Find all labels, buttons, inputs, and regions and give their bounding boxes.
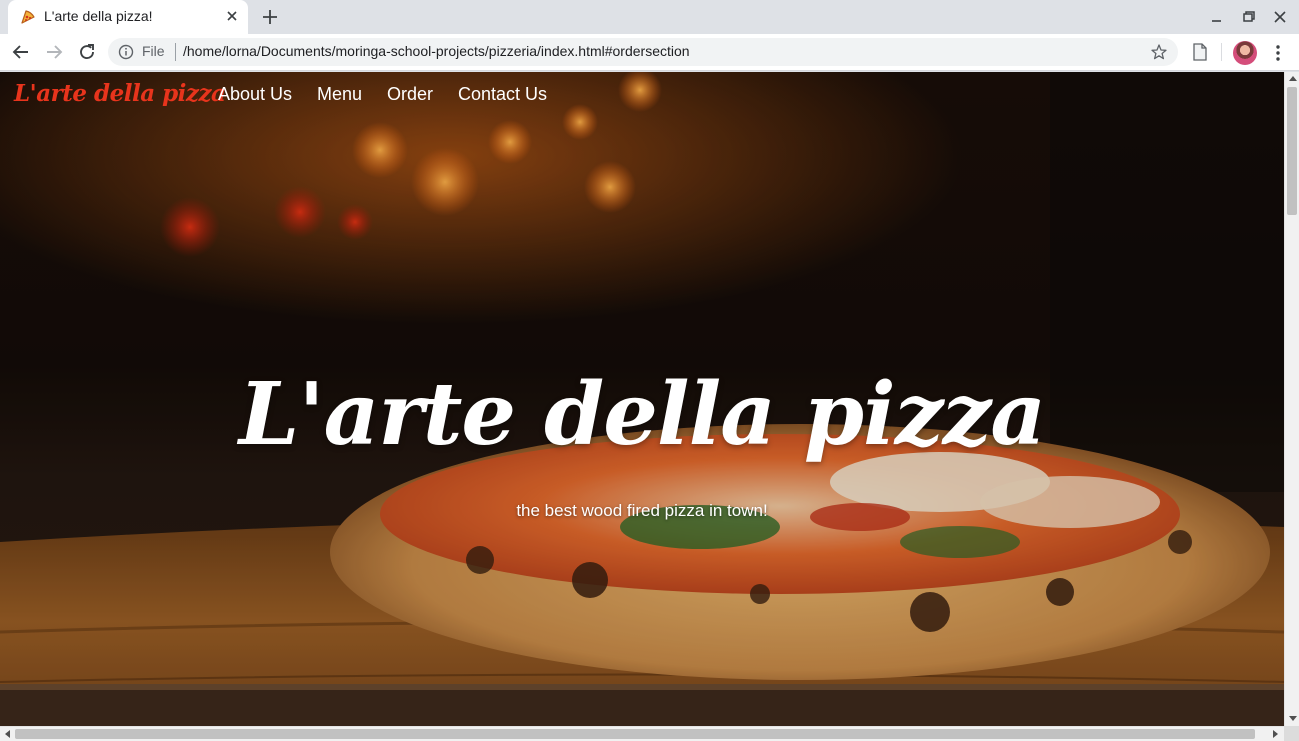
hero-subtitle: the best wood fired pizza in town!	[516, 501, 768, 520]
toolbar-separator	[1221, 43, 1222, 61]
scroll-up-arrow-icon[interactable]	[1289, 76, 1297, 81]
address-bar[interactable]: File /home/lorna/Documents/moringa-schoo…	[108, 38, 1178, 66]
reload-button[interactable]	[76, 41, 98, 63]
forward-button[interactable]	[43, 41, 65, 63]
nav-link-about-us[interactable]: About Us	[218, 84, 292, 105]
info-icon[interactable]	[118, 44, 134, 60]
document-icon[interactable]	[1192, 42, 1208, 62]
nav-link-contact-us[interactable]: Contact Us	[458, 84, 547, 105]
minimize-icon[interactable]	[1208, 8, 1226, 26]
url-separator	[175, 43, 176, 61]
restore-icon[interactable]	[1240, 8, 1258, 26]
back-button[interactable]	[10, 41, 32, 63]
pizza-slice-icon	[21, 10, 35, 24]
star-icon[interactable]	[1150, 43, 1168, 61]
window-close-icon[interactable]	[1271, 8, 1289, 26]
tab-strip: L'arte della pizza!	[0, 0, 1299, 34]
scroll-right-arrow-icon[interactable]	[1273, 730, 1278, 738]
scroll-down-arrow-icon[interactable]	[1289, 716, 1297, 721]
site-navbar: L'arte della pizza About Us Menu Order C…	[0, 72, 1284, 116]
browser-toolbar: File /home/lorna/Documents/moringa-schoo…	[0, 34, 1299, 71]
new-tab-button[interactable]	[258, 6, 282, 28]
vertical-scrollbar-thumb[interactable]	[1287, 87, 1297, 215]
tab-close-icon[interactable]	[224, 8, 240, 24]
url-text[interactable]: /home/lorna/Documents/moringa-school-pro…	[183, 43, 690, 59]
tab-title: L'arte della pizza!	[44, 8, 153, 24]
hero-section: L'arte della pizza About Us Menu Order C…	[0, 72, 1284, 726]
page-viewport: L'arte della pizza About Us Menu Order C…	[0, 72, 1284, 726]
avatar[interactable]	[1233, 41, 1257, 65]
scroll-left-arrow-icon[interactable]	[5, 730, 10, 738]
nav-link-order[interactable]: Order	[387, 84, 433, 105]
hero-title: L'arte della pizza	[238, 364, 1046, 465]
site-brand-logo[interactable]: L'arte della pizza	[14, 80, 226, 107]
scrollbar-corner	[1284, 726, 1299, 741]
url-scheme-label: File	[142, 43, 165, 59]
horizontal-scrollbar[interactable]	[0, 726, 1284, 741]
browser-tab[interactable]: L'arte della pizza!	[8, 0, 248, 34]
vertical-scrollbar[interactable]	[1284, 72, 1299, 726]
horizontal-scrollbar-thumb[interactable]	[15, 729, 1255, 739]
kebab-menu-icon[interactable]	[1270, 43, 1286, 63]
nav-link-menu[interactable]: Menu	[317, 84, 362, 105]
